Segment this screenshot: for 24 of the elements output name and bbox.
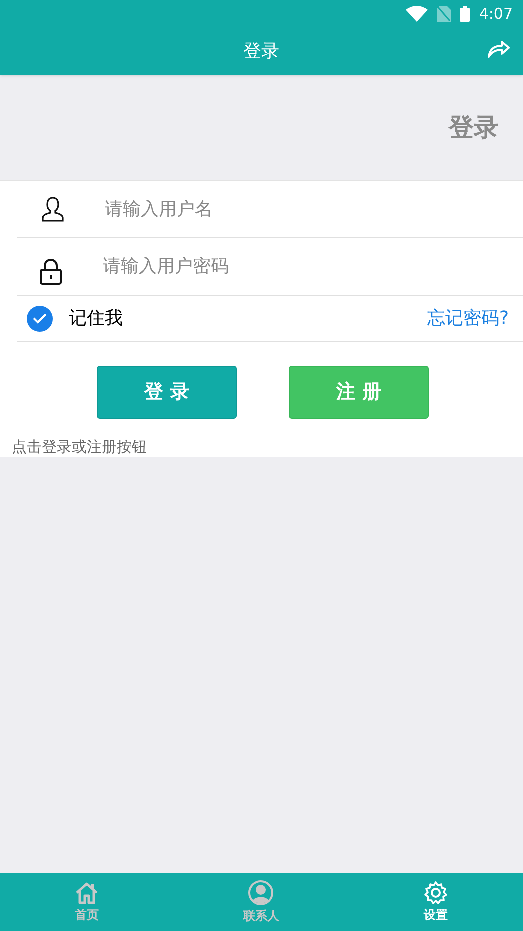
username-field[interactable]: 请输入用户名 <box>105 196 523 222</box>
nav-tab[interactable]: 联系人 <box>174 873 349 931</box>
user-icon <box>41 196 65 222</box>
share-icon[interactable] <box>487 39 511 59</box>
nav-tab[interactable]: 设置 <box>348 873 523 931</box>
banner-title: 登录 <box>449 112 499 144</box>
register-button[interactable]: 注 册 <box>289 366 429 419</box>
forgot-password-link[interactable]: 忘记密码? <box>427 305 509 332</box>
window-title: 登录 <box>244 40 280 64</box>
person-icon <box>248 880 274 906</box>
login-button[interactable]: 登 录 <box>97 366 237 419</box>
wifi-icon <box>406 6 428 22</box>
lock-icon <box>39 258 63 285</box>
hint-text: 点击登录或注册按钮 <box>12 437 148 457</box>
settings-icon <box>424 880 448 904</box>
status-time: 4:07 <box>479 4 513 25</box>
password-field[interactable]: 请输入用户密码 <box>103 253 523 280</box>
remember-label: 记住我 <box>69 307 123 331</box>
home-icon <box>75 880 100 904</box>
nav-tab[interactable]: 首页 <box>0 873 174 931</box>
no-sim-icon <box>437 6 452 22</box>
remember-checkbox[interactable] <box>27 306 53 332</box>
battery-icon <box>460 6 470 22</box>
checkmark-icon <box>33 313 47 324</box>
